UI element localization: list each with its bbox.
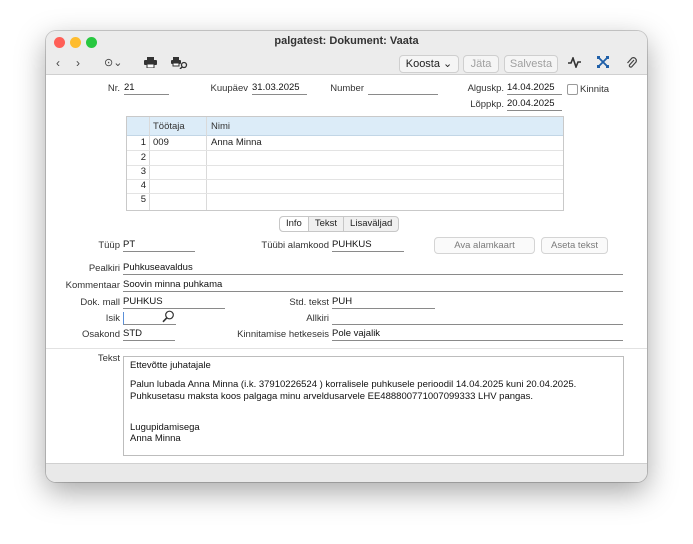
allkiri-field[interactable]	[332, 312, 623, 325]
pealkiri-label: Pealkiri	[88, 263, 120, 274]
title-bar: palgatest: Dokument: Vaata	[46, 31, 647, 53]
table-row[interactable]: 1 009 Anna Minna	[127, 136, 563, 151]
text-line: Puhkusetasu maksta koos palgaga minu arv…	[130, 391, 533, 402]
table-row[interactable]: 4	[127, 179, 563, 194]
tab-tekst[interactable]: Tekst	[309, 217, 345, 231]
tab-lisavaljad[interactable]: Lisaväljad	[344, 217, 398, 231]
osakond-field[interactable]: STD	[123, 328, 175, 341]
kinnitamise-field[interactable]: Pole vajalik	[332, 328, 623, 341]
allkiri-label: Allkiri	[306, 313, 329, 324]
kinnitamise-label: Kinnitamise hetkeseis	[237, 329, 329, 340]
employee-grid: Töötaja Nimi 1 009 Anna Minna 2 3 4 5	[126, 116, 564, 211]
kuupaev-label: Kuupäev	[210, 83, 248, 94]
expand-icon[interactable]	[597, 56, 609, 71]
tab-info[interactable]: Info	[280, 217, 309, 231]
section-divider	[46, 348, 647, 349]
text-line: Lugupidamisega	[130, 422, 200, 433]
stdtekst-field[interactable]: PUH	[332, 296, 435, 309]
kinnita-label: Kinnita	[580, 84, 610, 95]
ava-alamkaart-button[interactable]: Ava alamkaart	[434, 237, 535, 254]
row-number: 5	[140, 194, 146, 205]
osakond-label: Osakond	[81, 329, 120, 340]
row-number: 3	[140, 166, 146, 177]
more-actions-icon[interactable]: ⊙⌄	[104, 56, 122, 69]
tekst-textarea[interactable]: Ettevõtte juhatajale Palun lubada Anna M…	[123, 356, 624, 456]
tuup-label: Tüüp	[98, 240, 120, 251]
table-row[interactable]: 3	[127, 165, 563, 180]
search-icon[interactable]	[162, 310, 175, 326]
window-title: palgatest: Dokument: Vaata	[274, 35, 419, 47]
back-icon[interactable]: ‹	[56, 56, 60, 70]
row-number: 4	[140, 180, 146, 191]
print-preview-icon[interactable]	[171, 57, 188, 72]
kuupaev-field[interactable]: 31.03.2025	[252, 82, 307, 95]
document-window: palgatest: Dokument: Vaata ‹ › ⊙⌄ Koosta…	[46, 31, 647, 482]
loppkp-label: Lõppkp.	[470, 99, 504, 110]
tuup-field[interactable]: PT	[123, 239, 195, 252]
section-tabs: Info Tekst Lisaväljad	[279, 216, 400, 232]
loppkp-field[interactable]: 20.04.2025	[507, 98, 562, 111]
kommentaar-field[interactable]: Soovin minna puhkama	[123, 279, 623, 292]
alamkood-label: Tüübi alamkood	[261, 240, 329, 251]
text-line: Ettevõtte juhatajale	[130, 360, 211, 371]
stdtekst-label: Std. tekst	[289, 297, 329, 308]
status-bar	[46, 463, 647, 482]
table-row[interactable]: 5	[127, 193, 563, 207]
dokmall-field[interactable]: PUHKUS	[123, 296, 225, 309]
isik-label: Isik	[105, 313, 120, 324]
row-number: 1	[140, 137, 146, 148]
aseta-tekst-button[interactable]: Aseta tekst	[541, 237, 608, 254]
tootaja-cell[interactable]: 009	[153, 137, 169, 148]
chevron-down-icon: ⌄	[443, 58, 453, 70]
tekst-label: Tekst	[97, 353, 120, 364]
dokmall-label: Dok. mall	[80, 297, 120, 308]
table-row[interactable]: 2	[127, 151, 563, 166]
forward-icon[interactable]: ›	[76, 56, 80, 70]
print-icon[interactable]	[144, 57, 157, 71]
toolbar: ‹ › ⊙⌄ Koosta ⌄ Jäta Salvesta	[46, 53, 647, 75]
koosta-label: Koosta	[405, 58, 440, 70]
pealkiri-field[interactable]: Puhkuseavaldus	[123, 262, 623, 275]
text-line: Anna Minna	[130, 433, 181, 444]
number-label: Number	[330, 83, 364, 94]
jata-button[interactable]: Jäta	[463, 55, 499, 73]
activity-icon[interactable]	[568, 55, 581, 71]
text-line: Palun lubada Anna Minna (i.k. 3791022652…	[130, 379, 577, 390]
kinnita-checkbox[interactable]	[567, 84, 578, 95]
salvesta-button[interactable]: Salvesta	[504, 55, 558, 73]
alguskp-field[interactable]: 14.04.2025	[507, 82, 562, 95]
koosta-button[interactable]: Koosta ⌄	[399, 55, 459, 73]
nr-field[interactable]: 21	[124, 82, 169, 95]
grid-header: Töötaja Nimi	[127, 117, 563, 136]
alguskp-label: Alguskp.	[467, 83, 504, 94]
number-field[interactable]	[368, 82, 438, 95]
paperclip-icon[interactable]	[626, 56, 637, 72]
row-number: 2	[140, 152, 146, 163]
col-header-tootaja[interactable]: Töötaja	[153, 121, 185, 132]
nimi-cell[interactable]: Anna Minna	[211, 137, 262, 148]
nr-label: Nr.	[107, 83, 120, 94]
alamkood-field[interactable]: PUHKUS	[332, 239, 404, 252]
kommentaar-label: Kommentaar	[65, 280, 120, 291]
col-header-nimi[interactable]: Nimi	[211, 121, 230, 132]
